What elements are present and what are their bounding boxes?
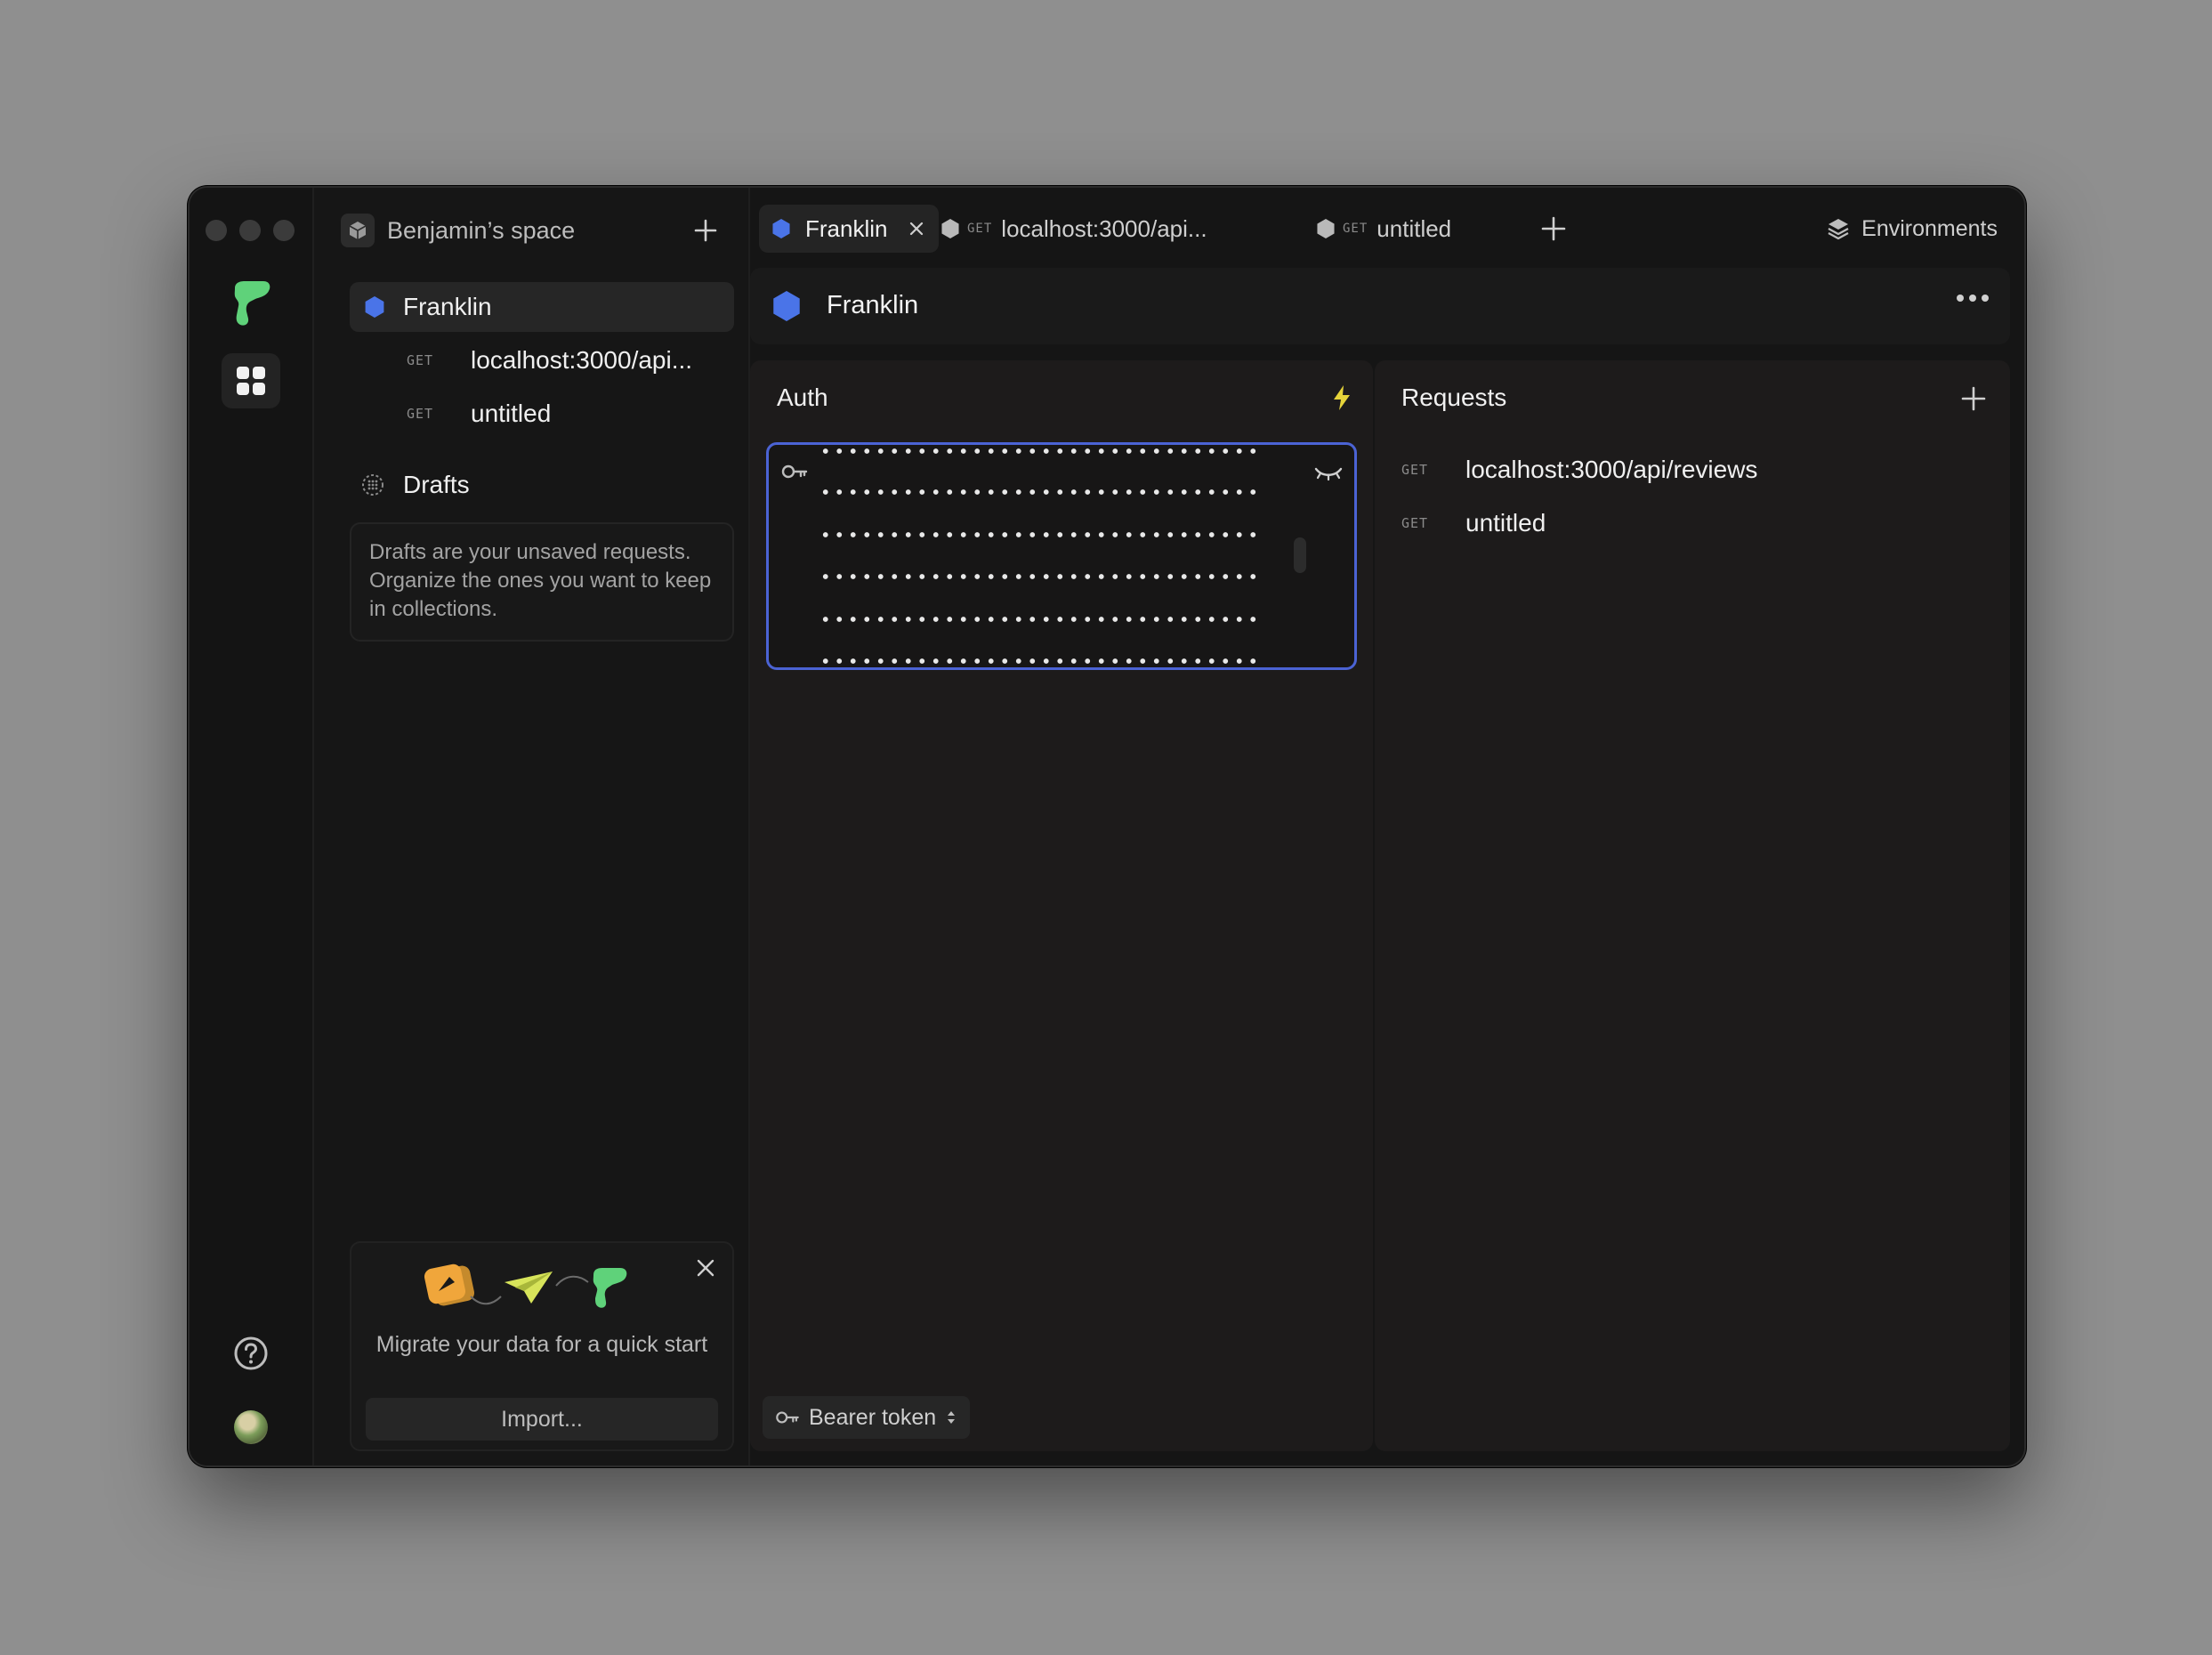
close-icon[interactable] — [907, 219, 926, 238]
apps-grid-icon — [237, 367, 265, 395]
method-badge: GET — [967, 222, 993, 236]
auth-type-label: Bearer token — [809, 1404, 937, 1430]
request-item[interactable]: GET localhost:3000/api/reviews — [1401, 452, 1757, 488]
masked-token-line — [819, 530, 1260, 539]
zoom-window-button[interactable] — [273, 220, 295, 241]
environments-label: Environments — [1861, 215, 1998, 241]
auth-type-select[interactable]: Bearer token — [763, 1396, 971, 1439]
tab-untitled[interactable]: GET untitled — [1304, 205, 1464, 253]
request-item[interactable]: GET untitled — [1401, 505, 1546, 541]
tab-label: Franklin — [805, 214, 888, 242]
hexagon-icon — [773, 291, 800, 321]
hexagon-icon — [941, 219, 959, 238]
minimize-window-button[interactable] — [239, 220, 261, 241]
lightning-icon[interactable] — [1330, 383, 1353, 412]
masked-token-line — [819, 447, 1260, 456]
scrollbar[interactable] — [1294, 537, 1306, 573]
environments-button[interactable]: Environments — [1826, 209, 1998, 248]
avatar[interactable] — [234, 1410, 268, 1444]
main-area: Franklin GET localhost:3000/api... GET u… — [750, 188, 2024, 1465]
new-tab-button[interactable] — [1540, 215, 1567, 242]
sidebar-item-label: Franklin — [403, 293, 492, 320]
masked-token-line — [819, 657, 1260, 666]
tab-label: localhost:3000/api... — [1001, 214, 1207, 242]
masked-token-line — [819, 488, 1260, 496]
method-badge: GET — [1401, 462, 1429, 478]
add-button[interactable] — [690, 214, 722, 246]
requests-panel: Requests GET localhost:3000/api/reviews … — [1375, 360, 2010, 1451]
add-request-button[interactable] — [1960, 385, 1987, 412]
collection-header: Franklin — [750, 268, 2010, 344]
sidebar-item-label: localhost:3000/api... — [471, 346, 693, 374]
close-icon[interactable] — [693, 1255, 718, 1280]
cube-icon — [341, 214, 375, 247]
method-badge: GET — [407, 352, 434, 368]
key-icon — [781, 464, 808, 479]
layers-icon — [1828, 219, 1849, 240]
logo-icon — [234, 281, 270, 326]
auth-panel: Auth Bearer token — [750, 360, 1373, 1451]
tab-franklin[interactable]: Franklin — [759, 205, 940, 253]
space-name: Benjamin’s space — [387, 216, 576, 244]
drafts-note: Drafts are your unsaved requests. Organi… — [350, 522, 734, 642]
hexagon-icon — [365, 296, 384, 318]
window-controls — [206, 220, 295, 241]
hexagon-icon — [772, 219, 790, 238]
sidebar: Benjamin’s space Franklin GET localhost:… — [314, 188, 750, 1465]
more-icon[interactable] — [1957, 295, 1989, 302]
app-rail — [190, 188, 314, 1465]
sidebar-item-label: untitled — [471, 400, 552, 427]
sidebar-item-drafts[interactable]: Drafts — [350, 460, 734, 510]
migrate-illustration — [424, 1263, 627, 1308]
import-button[interactable]: Import... — [366, 1398, 718, 1441]
requests-title: Requests — [1401, 383, 1507, 411]
auth-title: Auth — [777, 383, 828, 411]
migrate-text: Migrate your data for a quick start — [375, 1332, 708, 1357]
tab-label: untitled — [1376, 214, 1452, 242]
masked-token-line — [819, 572, 1260, 581]
chevron-updown-icon — [948, 1411, 956, 1424]
drafts-icon — [362, 474, 383, 496]
request-label: localhost:3000/api/reviews — [1465, 456, 1758, 483]
sidebar-item-label: Drafts — [403, 471, 470, 498]
space-header[interactable]: Benjamin’s space — [341, 209, 722, 252]
sidebar-request-item[interactable]: GET localhost:3000/api... — [350, 335, 734, 385]
token-input[interactable] — [766, 442, 1357, 670]
apps-button[interactable] — [222, 353, 280, 408]
plus-icon — [694, 219, 717, 242]
close-window-button[interactable] — [206, 220, 227, 241]
help-icon[interactable] — [232, 1335, 270, 1372]
collection-title: Franklin — [827, 291, 919, 319]
masked-token-line — [819, 615, 1260, 624]
method-badge: GET — [407, 406, 434, 422]
hexagon-icon — [1317, 219, 1335, 238]
method-badge: GET — [1343, 222, 1368, 236]
tab-localhost[interactable]: GET localhost:3000/api... — [928, 205, 1220, 253]
key-icon — [776, 1411, 799, 1424]
method-badge: GET — [1401, 515, 1429, 531]
request-label: untitled — [1465, 509, 1546, 537]
sidebar-item-franklin[interactable]: Franklin — [350, 282, 734, 332]
migrate-card: Migrate your data for a quick start Impo… — [350, 1241, 734, 1451]
app-window: Benjamin’s space Franklin GET localhost:… — [188, 186, 2026, 1467]
eye-closed-icon[interactable] — [1313, 464, 1344, 482]
sidebar-request-item[interactable]: GET untitled — [350, 389, 734, 439]
